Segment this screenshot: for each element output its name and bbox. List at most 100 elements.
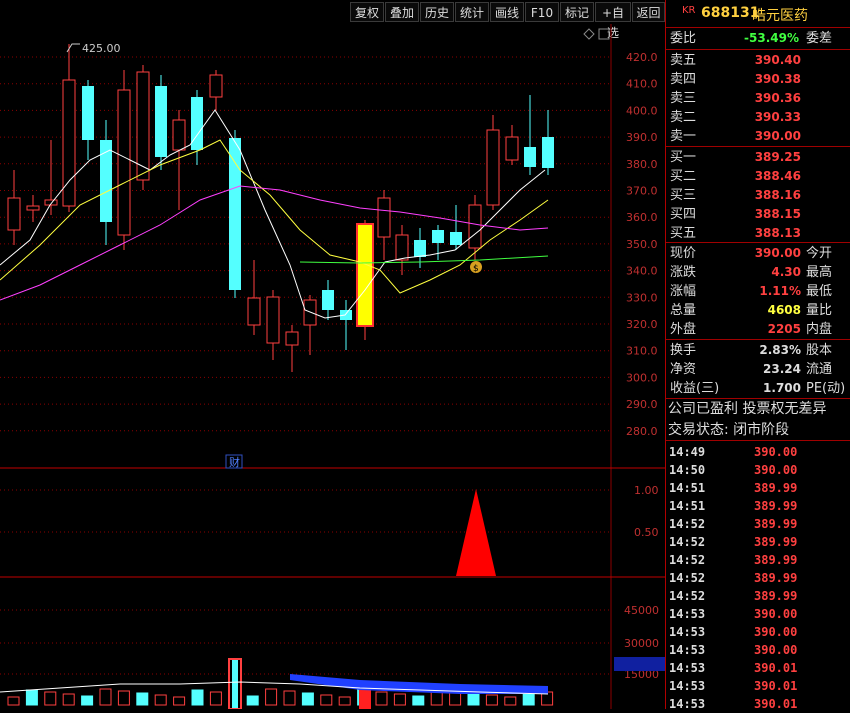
- overlay-button[interactable]: 叠加: [385, 2, 419, 22]
- volume-bar: [173, 696, 186, 706]
- ask-row-label: 卖五: [670, 53, 697, 68]
- ask-row: 卖三 390.36: [668, 89, 849, 108]
- stat2-row-label: 收益(三): [670, 381, 720, 396]
- tick-price: 390.00: [754, 463, 798, 477]
- price-tick: 380.0: [626, 158, 658, 171]
- indicator-tick: 0.50: [634, 526, 659, 539]
- candle-body: [505, 136, 519, 161]
- tick-time: 14:53: [669, 697, 706, 711]
- mark-button[interactable]: 标记: [560, 2, 594, 22]
- volume-bar: [283, 690, 296, 706]
- bid-row: 买四 388.15: [668, 205, 849, 224]
- volume-bar: [246, 695, 259, 706]
- candle-body: [82, 86, 94, 140]
- tick-row: 14:49 390.00: [666, 443, 850, 461]
- price-tick: 320.0: [626, 318, 658, 331]
- diamond-icon[interactable]: [583, 28, 595, 40]
- price-tick: 400.0: [626, 104, 658, 117]
- candle-body: [542, 137, 554, 168]
- svg-text:$: $: [473, 264, 479, 274]
- tick-row: 14:53 390.00: [666, 641, 850, 659]
- ask-row: 卖一 390.00: [668, 127, 849, 146]
- stat-row: 总量 4608 量比: [668, 301, 849, 320]
- tick-time: 14:52: [669, 589, 706, 603]
- candle-body: [322, 290, 334, 310]
- volume-bar: [81, 695, 94, 706]
- tick-row: 14:53 390.00: [666, 605, 850, 623]
- volume-bar: [99, 688, 112, 706]
- candle-body: [414, 240, 426, 257]
- volume-bar: [338, 696, 351, 706]
- tick-price: 390.00: [754, 607, 798, 621]
- stats-button[interactable]: 统计: [455, 2, 489, 22]
- price-tick: 300.0: [626, 371, 658, 384]
- tick-row: 14:52 389.99: [666, 533, 850, 551]
- history-button[interactable]: 历史: [420, 2, 454, 22]
- tick-time: 14:53: [669, 607, 706, 621]
- candle-body: [450, 232, 462, 245]
- ask-row-label: 卖三: [670, 91, 697, 106]
- stat-row: 涨幅 1.11% 最低: [668, 282, 849, 301]
- price-tick: 340.0: [626, 265, 658, 278]
- stat2-row: 换手 2.83% 股本: [668, 341, 849, 360]
- tick-price: 390.00: [754, 643, 798, 657]
- stat-row: 现价 390.00 今开: [668, 244, 849, 263]
- bid-row: 买二 388.46: [668, 167, 849, 186]
- fuquan-button[interactable]: 复权: [350, 2, 384, 22]
- tick-row: 14:52 389.99: [666, 587, 850, 605]
- volume-bar: [301, 692, 314, 706]
- candle-body: [136, 71, 150, 181]
- tick-time: 14:53: [669, 625, 706, 639]
- bid-row-value: 389.25: [754, 150, 801, 164]
- volume-bar: [375, 691, 388, 706]
- volume-bar: [485, 694, 498, 706]
- stat-row-label2: 今开: [806, 246, 833, 261]
- stat-row-label2: 量比: [806, 303, 833, 318]
- candle-body: [247, 297, 261, 326]
- ask-row-value: 390.33: [754, 110, 801, 124]
- tick-price: 389.99: [754, 499, 798, 513]
- tick-time: 14:52: [669, 535, 706, 549]
- stat-row-label2: 最低: [806, 284, 833, 299]
- stat2-row-value: 1.700: [763, 381, 801, 395]
- indicator-tick: 1.00: [634, 484, 659, 497]
- stat2-row: 收益(三) 1.700 PE(动): [668, 379, 849, 398]
- tick-time: 14:49: [669, 445, 706, 459]
- window-icon[interactable]: [598, 28, 610, 40]
- candle-body: [377, 197, 391, 238]
- price-axis: 420.0 410.0 400.0 390.0 380.0 370.0 360.0 350.0…: [616, 51, 665, 681]
- tick-time: 14:53: [669, 643, 706, 657]
- volume-bar: [320, 694, 333, 706]
- f10-button[interactable]: F10: [525, 2, 559, 22]
- tick-time: 14:53: [669, 679, 706, 693]
- tick-price: 390.01: [754, 679, 798, 693]
- ask-row-value: 390.40: [754, 53, 801, 67]
- price-tick: 350.0: [626, 238, 658, 251]
- volume-bar: [25, 689, 38, 706]
- draw-line-button[interactable]: 画线: [490, 2, 524, 22]
- stat-row-value: 4608: [767, 303, 801, 317]
- volume-bar: [467, 692, 480, 706]
- stat-row-label: 涨跌: [670, 265, 697, 280]
- candle-body: [524, 147, 536, 167]
- tick-price: 390.00: [754, 625, 798, 639]
- stat2-row-label2: PE(动): [806, 381, 846, 396]
- ma-line-1: [0, 109, 546, 319]
- tick-price: 389.99: [754, 571, 798, 585]
- tick-price: 389.99: [754, 553, 798, 567]
- price-tick: 310.0: [626, 345, 658, 358]
- ask-row: 卖五 390.40: [668, 51, 849, 70]
- stat2-row-label2: 股本: [806, 343, 833, 358]
- bid-row-value: 388.46: [754, 169, 801, 183]
- candle-body: [266, 296, 280, 344]
- chart-grid: [0, 24, 665, 709]
- chart-toolbar: 复权 叠加 历史 统计 画线 F10 标记 +自选 返回: [0, 0, 665, 40]
- bid-row-value: 388.13: [754, 226, 801, 240]
- volume-bar: [504, 696, 517, 706]
- candle-body: [285, 331, 299, 346]
- price-tick: 290.0: [626, 398, 658, 411]
- back-button[interactable]: 返回: [632, 2, 665, 22]
- kline-chart[interactable]: 420.0 410.0 400.0 390.0 380.0 370.0 360.0 350.0…: [0, 24, 665, 709]
- add-watchlist-button[interactable]: +自选: [595, 2, 631, 40]
- volume-bar: [7, 696, 20, 706]
